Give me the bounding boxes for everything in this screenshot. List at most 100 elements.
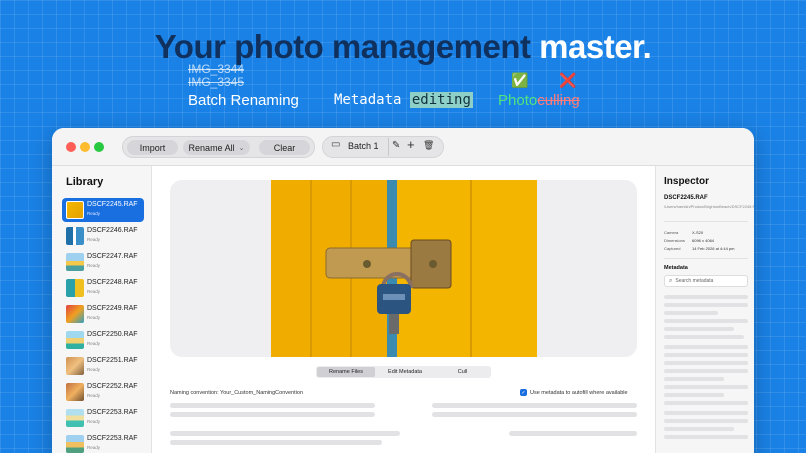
trash-icon[interactable]: 🗑 [423,140,434,151]
clear-button[interactable]: Clear [259,140,310,155]
item-name: DSCF2246.RAF [87,227,138,234]
inspector-panel: Inspector DSCF2245.RAF /Users/hamish/Pho… [655,166,754,453]
list-item[interactable]: DSCF2252.RAF Ready [62,380,144,404]
autofill-checkbox[interactable]: ✓ Use metadata to autofill where availab… [520,389,628,396]
check-icon: ✅ [511,72,529,88]
tray-icon: ▭ [331,139,341,150]
culling-word: culling [537,92,580,109]
thumbnail [66,227,84,245]
import-button[interactable]: Import [127,140,178,155]
autofill-label: Use metadata to autofill where available [530,389,628,396]
rename-all-button[interactable]: Rename All ⌄ [183,140,250,155]
placeholder-bar [664,327,734,331]
list-item[interactable]: DSCF2253.RAF Ready [62,406,144,430]
list-item[interactable]: DSCF2250.RAF Ready [62,328,144,352]
item-status: Ready [87,237,101,242]
list-item[interactable]: DSCF2247.RAF Ready [62,250,144,274]
list-item[interactable]: DSCF2248.RAF Ready [62,276,144,300]
thumbnail [66,357,84,375]
placeholder-bar [664,377,724,381]
item-name: DSCF2248.RAF [87,279,138,286]
placeholder-bar [664,419,748,423]
minimize-window-button[interactable] [80,142,90,152]
app-window: Import Rename All ⌄ Clear ▭ Batch 1 ✎ + … [52,128,754,453]
maximize-window-button[interactable] [94,142,104,152]
item-name: DSCF2253.RAF [87,409,138,416]
thumbnail [66,331,84,349]
item-name: DSCF2247.RAF [87,253,138,260]
placeholder-bar [432,403,637,408]
thumbnail [66,435,84,453]
tab-edit-metadata[interactable]: Edit Metadata [376,367,434,377]
close-window-button[interactable] [66,142,76,152]
item-status: Ready [87,419,101,424]
placeholder-bar [664,427,734,431]
metadata-search-input[interactable]: ⌕ Search metadata [664,275,748,287]
placeholder-bar [170,403,375,408]
list-item[interactable]: DSCF2245.RAF Ready [62,198,144,222]
thumbnail [66,409,84,427]
captured-label: Captured [664,246,681,251]
item-status: Ready [87,367,101,372]
placeholder-bar [509,431,637,436]
metadata-search-placeholder: Search metadata [675,278,714,284]
item-status: Ready [87,211,101,216]
placeholder-bar [664,295,748,299]
tab-rename-files[interactable]: Rename Files [317,367,375,377]
item-status: Ready [87,393,101,398]
metadata-word: Metadata [334,92,402,108]
item-name: DSCF2245.RAF [87,201,138,208]
item-status: Ready [87,263,101,268]
placeholder-bar [170,431,400,436]
tab-cull[interactable]: Cull [435,367,490,377]
edit-icon[interactable]: ✎ [392,140,400,151]
inspector-path: /Users/hamish/Photos/BrightonBeach/DSCF2… [664,204,754,209]
action-group: Import Rename All ⌄ Clear [122,136,315,158]
list-item[interactable]: DSCF2251.RAF Ready [62,354,144,378]
item-name: DSCF2251.RAF [87,357,138,364]
dimensions-row: Dimensions 6096 x 4064 [664,238,714,243]
item-status: Ready [87,341,101,346]
library-sidebar: Library DSCF2245.RAF Ready DSCF2246.RAF … [52,166,152,453]
headline-part2: master. [539,28,652,65]
library-title: Library [66,176,104,188]
list-item[interactable]: DSCF2253.RAF Ready [62,432,144,453]
thumbnail [66,253,84,271]
placeholder-bar [664,353,748,357]
toolbar: Import Rename All ⌄ Clear ▭ Batch 1 ✎ + … [52,128,754,166]
dimensions-value: 6096 x 4064 [692,238,715,243]
old-filename-2: IMG_3345 [188,75,245,89]
cross-icon: ❌ [559,72,577,88]
placeholder-bar [664,345,748,349]
add-icon[interactable]: + [407,137,415,152]
old-filename-1: IMG_3344 [188,62,245,76]
item-status: Ready [87,289,101,294]
item-name: DSCF2249.RAF [87,305,138,312]
placeholder-bar [432,412,637,417]
placeholder-bar [664,369,748,373]
camera-label: Camera [664,230,679,235]
camera-value: X-S20 [692,230,704,235]
captured-row: Captured 14 Feb 2026 at 4:44 pm [664,246,734,251]
batch-group: ▭ Batch 1 ✎ + 🗑 [322,136,444,158]
placeholder-bar [170,412,375,417]
photo-word: Photo [498,92,538,109]
placeholder-bar [664,393,724,397]
metadata-heading: Metadata [664,265,688,271]
naming-convention-label: Naming convention: Your_Custom_NamingCon… [170,390,303,396]
list-item[interactable]: DSCF2246.RAF Ready [62,224,144,248]
placeholder-bar [664,303,748,307]
feature-renaming-label: Batch Renaming [188,92,299,109]
batch-selector[interactable]: Batch 1 [348,141,379,151]
editing-word: editing [409,92,473,108]
feature-metadata: Metadata editing [334,92,473,108]
inspector-filename: DSCF2245.RAF [664,195,708,201]
list-item[interactable]: DSCF2249.RAF Ready [62,302,144,326]
search-icon: ⌕ [669,277,673,284]
thumbnail [66,383,84,401]
placeholder-bar [664,335,744,339]
inspector-title: Inspector [664,176,710,187]
placeholder-bar [664,435,748,439]
headline: Your photo management master. [0,28,806,66]
thumbnail [66,201,84,219]
